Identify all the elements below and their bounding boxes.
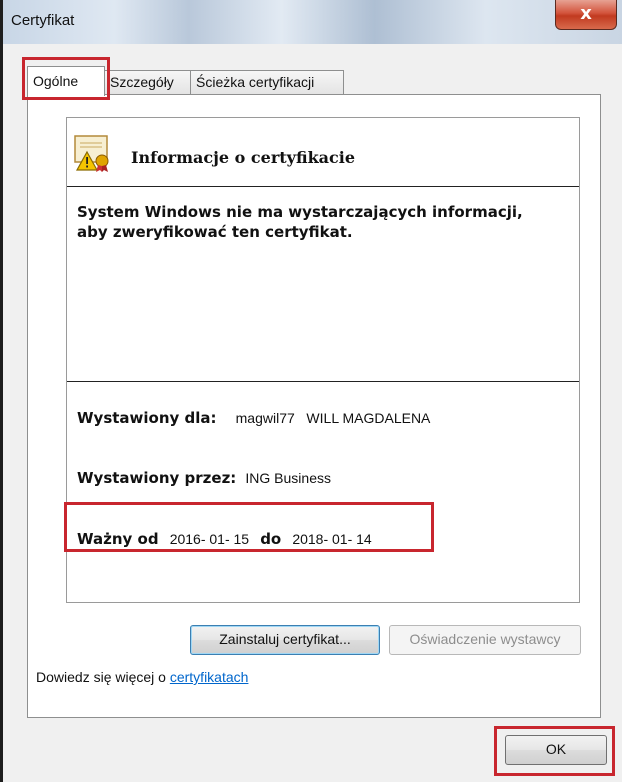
certificates-link[interactable]: certyfikatach <box>170 669 249 685</box>
issued-by-row: Wystawiony przez: ING Business <box>77 468 331 487</box>
certificate-dialog: Certyfikat x Ogólne Szczegóły Ścieżka ce… <box>0 0 622 782</box>
tab-certification-path-label: Ścieżka certyfikacji <box>196 74 315 90</box>
highlight-ok-button <box>494 726 615 776</box>
tab-details-label: Szczegóły <box>110 74 174 90</box>
tab-certification-path[interactable]: Ścieżka certyfikacji <box>190 70 344 94</box>
tab-details[interactable]: Szczegóły <box>104 70 191 94</box>
tab-general[interactable]: Ogólne <box>27 66 105 96</box>
issued-by-label: Wystawiony przez: <box>77 469 237 487</box>
title-bar[interactable]: Certyfikat x <box>3 0 622 44</box>
verification-warning-text: System Windows nie ma wystarczających in… <box>77 203 523 241</box>
certificate-info-title: Informacje o certyfikacie <box>131 148 356 167</box>
issued-by-value: ING Business <box>245 470 331 486</box>
learn-more-prefix: Dowiedz się więcej o <box>36 669 170 685</box>
general-tab-panel: Informacje o certyfikacie System Windows… <box>27 94 601 718</box>
install-certificate-button[interactable]: Zainstaluj certyfikat... <box>190 625 380 655</box>
issuer-statement-button[interactable]: Oświadczenie wystawcy <box>389 625 581 655</box>
install-certificate-label: Zainstaluj certyfikat... <box>219 631 351 647</box>
certificate-warning-icon <box>74 135 109 172</box>
close-button[interactable]: x <box>555 0 617 30</box>
tab-general-label: Ogólne <box>33 73 79 89</box>
highlight-validity-period <box>64 502 434 552</box>
details-divider <box>67 381 579 382</box>
issued-to-value: magwil77 WILL MAGDALENA <box>235 410 431 426</box>
issued-to-row: Wystawiony dla: magwil77 WILL MAGDALENA <box>77 408 430 427</box>
window-title: Certyfikat <box>11 12 75 29</box>
close-icon: x <box>580 3 592 24</box>
learn-more-text: Dowiedz się więcej o certyfikatach <box>36 669 248 685</box>
issued-to-label: Wystawiony dla: <box>77 409 217 427</box>
issuer-statement-label: Oświadczenie wystawcy <box>409 631 561 647</box>
window-edge <box>0 0 3 782</box>
title-divider <box>67 186 579 187</box>
